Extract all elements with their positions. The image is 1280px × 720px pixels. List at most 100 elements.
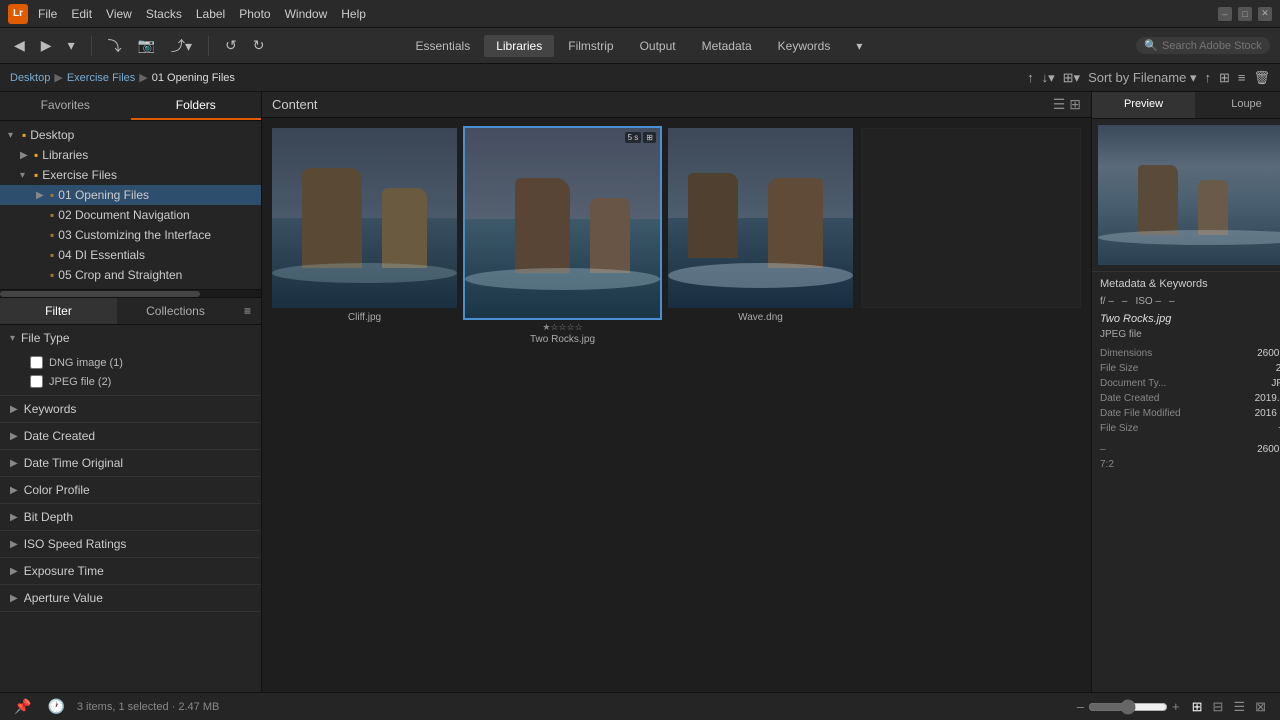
tab-folders[interactable]: Folders <box>131 92 262 120</box>
view-grid-icon[interactable]: ⊞ <box>1219 70 1230 86</box>
menu-edit[interactable]: Edit <box>71 7 92 21</box>
tab-essentials[interactable]: Essentials <box>404 35 483 57</box>
menu-view[interactable]: View <box>106 7 132 21</box>
trash-icon[interactable]: 🗑 <box>1253 70 1270 86</box>
view-list-icon[interactable]: ☰ <box>1053 96 1066 113</box>
nav-dropdown-button[interactable]: ▾ <box>64 35 79 56</box>
export-button[interactable]: ⤴▾ <box>167 34 196 58</box>
tree-item-desktop[interactable]: ▾ ▪ Desktop <box>0 125 261 145</box>
menu-help[interactable]: Help <box>341 7 366 21</box>
camera-button[interactable]: 📷 <box>134 35 159 56</box>
view-grid-icon[interactable]: ⊞ <box>1069 96 1081 113</box>
sync-right-button[interactable]: ↻ <box>249 35 269 56</box>
nav-back-button[interactable]: ◀ <box>10 35 29 56</box>
thumbnail-grid: Cliff.jpg 5 s ⊞ <box>262 118 1091 692</box>
tab-more[interactable]: ▾ <box>844 35 874 57</box>
zoom-slider[interactable] <box>1088 699 1168 715</box>
tab-metadata[interactable]: Metadata <box>690 35 764 57</box>
rp-tab-loupe[interactable]: Loupe <box>1195 92 1280 118</box>
filter-section-exposure-header[interactable]: ▶ Exposure Time <box>0 558 261 584</box>
scroll-thumb[interactable] <box>0 291 200 297</box>
filter-tab-filter[interactable]: Filter <box>0 298 117 324</box>
clock-button[interactable]: 🕐 <box>43 696 68 717</box>
sync-left-button[interactable]: ↺ <box>221 35 241 56</box>
nav-forward-button[interactable]: ▶ <box>37 35 56 56</box>
toolbar-divider-2 <box>208 36 209 56</box>
filter-section-date-created-header[interactable]: ▶ Date Created <box>0 423 261 449</box>
filter-icon[interactable]: ⊞▾ <box>1063 70 1080 86</box>
breadcrumb-bar: Desktop ▶ Exercise Files ▶ 01 Opening Fi… <box>0 64 1280 92</box>
tab-keywords[interactable]: Keywords <box>766 35 843 57</box>
filter-section-date-created: ▶ Date Created <box>0 423 261 450</box>
import-button[interactable]: ⤵ <box>104 34 126 58</box>
menu-file[interactable]: File <box>38 7 57 21</box>
thumb-badge-label: 5 s <box>625 132 642 143</box>
tab-output[interactable]: Output <box>628 35 688 57</box>
rp-tab-preview[interactable]: Preview <box>1092 92 1195 118</box>
thumb-item-tworocks[interactable]: 5 s ⊞ ★☆☆☆☆ Two Rocks.jpg <box>465 128 660 345</box>
thumb-item-cliff[interactable]: Cliff.jpg <box>272 128 457 323</box>
filter-section-datetime: ▶ Date Time Original <box>0 450 261 477</box>
tab-filmstrip[interactable]: Filmstrip <box>556 35 625 57</box>
view-filmstrip-button[interactable]: ⊠ <box>1251 697 1270 717</box>
sort-filename-label[interactable]: Sort by Filename ▾ <box>1088 70 1196 86</box>
filter-menu-button[interactable]: ≡ <box>234 298 261 324</box>
thumb-img-preview <box>861 128 1081 308</box>
tree-item-01-opening[interactable]: ▶ ▪ 01 Opening Files <box>0 185 261 205</box>
filter-checkbox-dng[interactable] <box>30 356 43 369</box>
thumb-img-tworocks: 5 s ⊞ <box>465 128 660 318</box>
filter-section-aperture-header[interactable]: ▶ Aperture Value <box>0 585 261 611</box>
meta-row-extra2: 7:2 <box>1100 457 1280 472</box>
filter-section-datetime-header[interactable]: ▶ Date Time Original <box>0 450 261 476</box>
view-grid-button[interactable]: ⊞ <box>1188 697 1207 717</box>
breadcrumb-desktop[interactable]: Desktop <box>10 72 50 84</box>
filter-tab-collections[interactable]: Collections <box>117 298 234 324</box>
meta-label-extra2: 7:2 <box>1100 459 1114 470</box>
pin-button[interactable]: 📌 <box>10 696 35 717</box>
filter-section-keywords-header[interactable]: ▶ Keywords <box>0 396 261 422</box>
menu-stacks[interactable]: Stacks <box>146 7 182 21</box>
filter-section-filetype-header[interactable]: ▾ File Type <box>0 325 261 351</box>
tree-item-04-di[interactable]: ▪ 04 DI Essentials <box>0 245 261 265</box>
tab-libraries[interactable]: Libraries <box>484 35 554 57</box>
tree-item-exercise[interactable]: ▾ ▪ Exercise Files <box>0 165 261 185</box>
view-list-icon[interactable]: ≡ <box>1238 70 1246 85</box>
tree-item-02-doc[interactable]: ▪ 02 Document Navigation <box>0 205 261 225</box>
menu-window[interactable]: Window <box>285 7 328 21</box>
breadcrumb-current[interactable]: 01 Opening Files <box>152 72 235 84</box>
tree-item-05-crop[interactable]: ▪ 05 Crop and Straighten <box>0 265 261 285</box>
filter-checkbox-jpeg[interactable] <box>30 375 43 388</box>
main-layout: Favorites Folders ▾ ▪ Desktop ▶ ▪ Librar… <box>0 92 1280 692</box>
tab-favorites[interactable]: Favorites <box>0 92 131 120</box>
sort-dir-icon[interactable]: ↑ <box>1204 70 1211 85</box>
iso-value: ISO – <box>1135 296 1161 307</box>
meta-value-extra1: 2600 × 1733 <box>1257 444 1280 455</box>
view-list-button[interactable]: ☰ <box>1229 697 1249 717</box>
tree-item-libraries[interactable]: ▶ ▪ Libraries <box>0 145 261 165</box>
thumb-label-tworocks: Two Rocks.jpg <box>530 334 595 345</box>
filter-section-color-profile-header[interactable]: ▶ Color Profile <box>0 477 261 503</box>
thumb-wrapper-cliff <box>272 128 457 308</box>
zoom-out-icon[interactable]: – <box>1077 699 1084 714</box>
minimize-button[interactable]: – <box>1218 7 1232 21</box>
folder-icon: ▪ <box>34 168 38 182</box>
filter-section-bit-depth-header[interactable]: ▶ Bit Depth <box>0 504 261 530</box>
menu-label[interactable]: Label <box>196 7 225 21</box>
filter-section-iso-header[interactable]: ▶ ISO Speed Ratings <box>0 531 261 557</box>
sort-asc-icon[interactable]: ↑ <box>1027 70 1034 85</box>
sort-desc-icon[interactable]: ↓▾ <box>1042 70 1055 86</box>
tree-item-03-custom[interactable]: ▪ 03 Customizing the Interface <box>0 225 261 245</box>
zoom-in-icon[interactable]: + <box>1172 699 1180 714</box>
thumb-item-preview <box>861 128 1081 308</box>
breadcrumb-exercise[interactable]: Exercise Files <box>67 72 135 84</box>
thumb-item-wave[interactable]: Wave.dng <box>668 128 853 323</box>
view-detail-button[interactable]: ⊟ <box>1209 697 1228 717</box>
date-modified-label: Date File Modified <box>1100 408 1181 419</box>
maximize-button[interactable]: □ <box>1238 7 1252 21</box>
search-input[interactable] <box>1162 40 1262 52</box>
dimensions-value: 2600 × 1733 <box>1257 348 1280 359</box>
tree-scrollbar[interactable] <box>0 290 261 298</box>
menu-photo[interactable]: Photo <box>239 7 270 21</box>
metadata-header: Metadata & Keywords ≡ <box>1100 278 1280 290</box>
close-button[interactable]: ✕ <box>1258 7 1272 21</box>
